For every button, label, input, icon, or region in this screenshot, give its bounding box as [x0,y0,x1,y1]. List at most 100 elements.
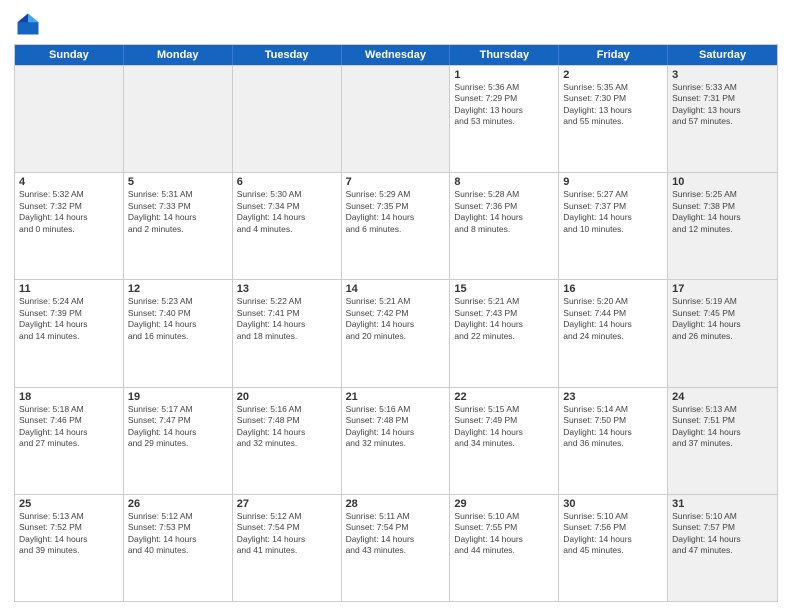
calendar-row: 18Sunrise: 5:18 AMSunset: 7:46 PMDayligh… [15,387,777,494]
sunset-text: Sunset: 7:49 PM [454,415,554,426]
day-number: 30 [563,498,663,510]
day-number: 13 [237,283,337,295]
sunrise-text: Sunrise: 5:21 AM [454,296,554,307]
daylight-minutes-text: and 0 minutes. [19,224,119,235]
day-number: 4 [19,176,119,188]
calendar-cell: 14Sunrise: 5:21 AMSunset: 7:42 PMDayligh… [342,280,451,386]
sunset-text: Sunset: 7:41 PM [237,308,337,319]
sunrise-text: Sunrise: 5:29 AM [346,189,446,200]
daylight-text: Daylight: 14 hours [672,534,773,545]
sunrise-text: Sunrise: 5:23 AM [128,296,228,307]
daylight-minutes-text: and 41 minutes. [237,545,337,556]
day-number: 17 [672,283,773,295]
sunset-text: Sunset: 7:32 PM [19,201,119,212]
calendar-cell [15,66,124,172]
calendar-cell: 31Sunrise: 5:10 AMSunset: 7:57 PMDayligh… [668,495,777,601]
daylight-text: Daylight: 14 hours [454,319,554,330]
calendar-cell: 13Sunrise: 5:22 AMSunset: 7:41 PMDayligh… [233,280,342,386]
sunset-text: Sunset: 7:40 PM [128,308,228,319]
calendar-cell: 20Sunrise: 5:16 AMSunset: 7:48 PMDayligh… [233,388,342,494]
daylight-minutes-text: and 8 minutes. [454,224,554,235]
daylight-minutes-text: and 45 minutes. [563,545,663,556]
calendar-cell: 26Sunrise: 5:12 AMSunset: 7:53 PMDayligh… [124,495,233,601]
day-number: 7 [346,176,446,188]
day-number: 19 [128,391,228,403]
daylight-text: Daylight: 14 hours [454,427,554,438]
daylight-minutes-text: and 20 minutes. [346,331,446,342]
sunrise-text: Sunrise: 5:35 AM [563,82,663,93]
sunset-text: Sunset: 7:43 PM [454,308,554,319]
calendar-cell: 11Sunrise: 5:24 AMSunset: 7:39 PMDayligh… [15,280,124,386]
daylight-text: Daylight: 14 hours [237,212,337,223]
calendar-cell: 25Sunrise: 5:13 AMSunset: 7:52 PMDayligh… [15,495,124,601]
day-number: 2 [563,69,663,81]
calendar-cell: 30Sunrise: 5:10 AMSunset: 7:56 PMDayligh… [559,495,668,601]
sunrise-text: Sunrise: 5:10 AM [672,511,773,522]
sunset-text: Sunset: 7:36 PM [454,201,554,212]
day-number: 24 [672,391,773,403]
sunset-text: Sunset: 7:33 PM [128,201,228,212]
day-number: 26 [128,498,228,510]
calendar-row: 25Sunrise: 5:13 AMSunset: 7:52 PMDayligh… [15,494,777,601]
day-number: 3 [672,69,773,81]
page: SundayMondayTuesdayWednesdayThursdayFrid… [0,0,792,612]
logo [14,10,46,38]
day-number: 20 [237,391,337,403]
calendar-cell: 29Sunrise: 5:10 AMSunset: 7:55 PMDayligh… [450,495,559,601]
sunset-text: Sunset: 7:54 PM [237,522,337,533]
day-number: 21 [346,391,446,403]
sunset-text: Sunset: 7:52 PM [19,522,119,533]
calendar-cell: 27Sunrise: 5:12 AMSunset: 7:54 PMDayligh… [233,495,342,601]
daylight-text: Daylight: 14 hours [563,427,663,438]
calendar-cell [342,66,451,172]
sunrise-text: Sunrise: 5:19 AM [672,296,773,307]
daylight-minutes-text: and 26 minutes. [672,331,773,342]
sunrise-text: Sunrise: 5:21 AM [346,296,446,307]
daylight-minutes-text: and 4 minutes. [237,224,337,235]
calendar-cell: 4Sunrise: 5:32 AMSunset: 7:32 PMDaylight… [15,173,124,279]
sunrise-text: Sunrise: 5:18 AM [19,404,119,415]
sunrise-text: Sunrise: 5:25 AM [672,189,773,200]
sunset-text: Sunset: 7:42 PM [346,308,446,319]
calendar-cell: 9Sunrise: 5:27 AMSunset: 7:37 PMDaylight… [559,173,668,279]
calendar-cell: 18Sunrise: 5:18 AMSunset: 7:46 PMDayligh… [15,388,124,494]
sunset-text: Sunset: 7:47 PM [128,415,228,426]
calendar-cell [124,66,233,172]
daylight-text: Daylight: 14 hours [128,212,228,223]
calendar-cell: 5Sunrise: 5:31 AMSunset: 7:33 PMDaylight… [124,173,233,279]
day-number: 28 [346,498,446,510]
calendar-cell: 24Sunrise: 5:13 AMSunset: 7:51 PMDayligh… [668,388,777,494]
daylight-text: Daylight: 14 hours [454,534,554,545]
daylight-minutes-text: and 37 minutes. [672,438,773,449]
day-number: 10 [672,176,773,188]
calendar-row: 11Sunrise: 5:24 AMSunset: 7:39 PMDayligh… [15,279,777,386]
sunset-text: Sunset: 7:44 PM [563,308,663,319]
cal-header-day: Friday [559,45,668,65]
calendar-cell: 17Sunrise: 5:19 AMSunset: 7:45 PMDayligh… [668,280,777,386]
daylight-minutes-text: and 55 minutes. [563,116,663,127]
sunrise-text: Sunrise: 5:12 AM [237,511,337,522]
calendar-header: SundayMondayTuesdayWednesdayThursdayFrid… [15,45,777,65]
sunrise-text: Sunrise: 5:10 AM [563,511,663,522]
daylight-text: Daylight: 14 hours [454,212,554,223]
daylight-minutes-text: and 27 minutes. [19,438,119,449]
day-number: 22 [454,391,554,403]
logo-icon [14,10,42,38]
daylight-text: Daylight: 14 hours [19,427,119,438]
daylight-minutes-text: and 53 minutes. [454,116,554,127]
daylight-text: Daylight: 14 hours [19,212,119,223]
calendar-cell: 28Sunrise: 5:11 AMSunset: 7:54 PMDayligh… [342,495,451,601]
daylight-text: Daylight: 14 hours [672,319,773,330]
sunrise-text: Sunrise: 5:20 AM [563,296,663,307]
daylight-minutes-text: and 43 minutes. [346,545,446,556]
daylight-minutes-text: and 39 minutes. [19,545,119,556]
cal-header-day: Sunday [15,45,124,65]
calendar-cell: 21Sunrise: 5:16 AMSunset: 7:48 PMDayligh… [342,388,451,494]
calendar-cell: 12Sunrise: 5:23 AMSunset: 7:40 PMDayligh… [124,280,233,386]
daylight-text: Daylight: 14 hours [128,319,228,330]
day-number: 16 [563,283,663,295]
day-number: 8 [454,176,554,188]
daylight-text: Daylight: 14 hours [237,427,337,438]
calendar-cell: 19Sunrise: 5:17 AMSunset: 7:47 PMDayligh… [124,388,233,494]
daylight-minutes-text: and 29 minutes. [128,438,228,449]
